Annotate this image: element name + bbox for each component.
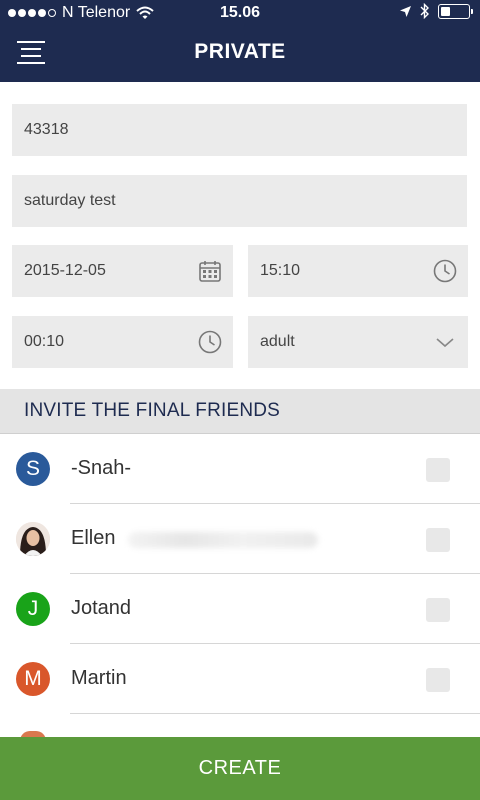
row-divider <box>70 713 480 714</box>
clock-icon[interactable] <box>197 329 223 355</box>
name-field[interactable]: saturday test <box>12 175 467 227</box>
chevron-down-icon[interactable] <box>432 329 458 355</box>
battery-icon <box>438 3 473 19</box>
avatar-initial: S <box>25 457 40 480</box>
avatar-initial: M <box>24 667 42 690</box>
create-button-label: CREATE <box>198 757 282 779</box>
friend-checkbox[interactable] <box>426 668 450 692</box>
friend-checkbox[interactable] <box>426 528 450 552</box>
create-button[interactable]: CREATE <box>0 737 480 800</box>
calendar-icon[interactable] <box>197 258 223 284</box>
friend-row-martin[interactable]: M Martin <box>0 644 480 714</box>
friend-row-ellen[interactable]: Ellen <box>0 504 480 574</box>
friend-name: Jotand <box>71 597 132 619</box>
location-arrow-icon <box>400 5 411 17</box>
clock-icon[interactable] <box>432 258 458 284</box>
time-field[interactable]: 15:10 <box>248 245 468 297</box>
friend-name: Ellen <box>71 527 116 549</box>
app-header: N Telenor 15.06 PRIVATE <box>0 0 480 82</box>
avatar-initial: J <box>27 597 39 620</box>
friend-row-snah[interactable]: S -Snah- <box>0 434 480 504</box>
invite-section-heading: INVITE THE FINAL FRIENDS <box>0 389 480 434</box>
friend-row-jotand[interactable]: J Jotand <box>0 574 480 644</box>
date-field[interactable]: 2015-12-05 <box>12 245 233 297</box>
id-field-value: 43318 <box>24 121 69 138</box>
category-select[interactable]: adult <box>248 316 468 368</box>
name-field-value: saturday test <box>24 192 116 209</box>
bluetooth-icon <box>420 3 429 19</box>
duration-field[interactable]: 00:10 <box>12 316 233 368</box>
friend-checkbox[interactable] <box>426 458 450 482</box>
duration-field-value: 00:10 <box>24 333 65 350</box>
profile-photo-icon <box>16 522 50 556</box>
page-title: PRIVATE <box>194 40 286 63</box>
avatar <box>16 522 50 556</box>
avatar: M <box>16 662 50 696</box>
friend-checkbox[interactable] <box>426 598 450 622</box>
avatar: S <box>16 452 50 486</box>
friend-name: -Snah- <box>71 457 132 479</box>
id-field[interactable]: 43318 <box>12 104 467 156</box>
date-field-value: 2015-12-05 <box>24 262 106 279</box>
invite-heading-text: INVITE THE FINAL FRIENDS <box>24 400 281 421</box>
avatar: J <box>16 592 50 626</box>
status-bar: N Telenor 15.06 <box>0 0 480 26</box>
friend-name: Martin <box>71 667 127 689</box>
category-select-value: adult <box>260 333 295 350</box>
redacted-text <box>128 532 318 548</box>
time-field-value: 15:10 <box>260 262 301 279</box>
